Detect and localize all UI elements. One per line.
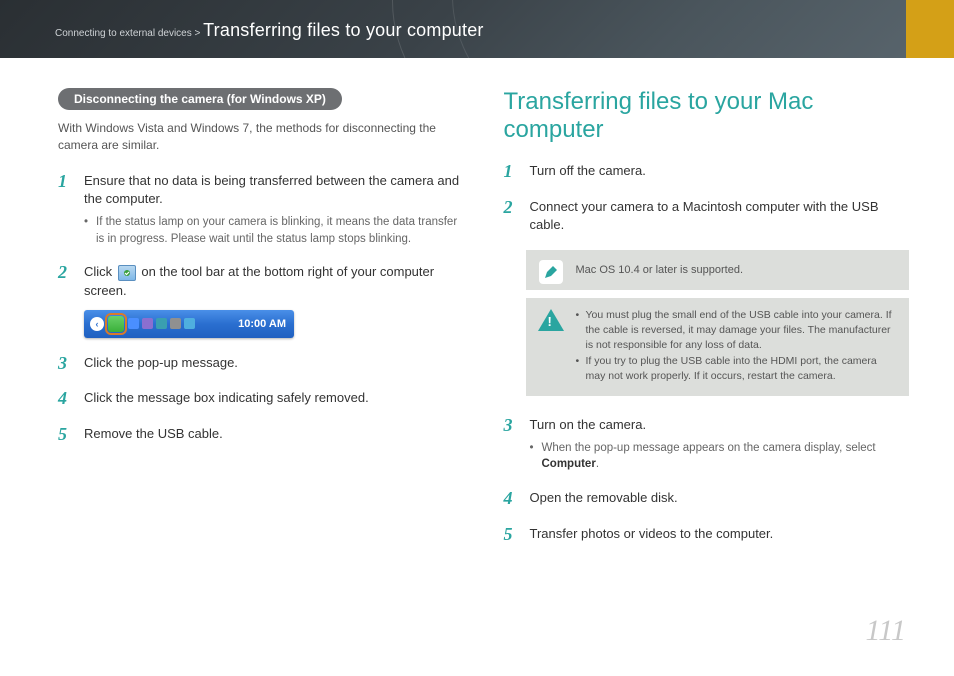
step-3: 3 Click the pop-up message. — [58, 354, 464, 374]
step-number: 2 — [58, 263, 72, 337]
note-icon — [536, 260, 566, 284]
step-text: Click on the tool bar at the bottom righ… — [84, 263, 464, 299]
mac-step-2: 2 Connect your camera to a Macintosh com… — [504, 198, 910, 234]
tray-icon — [142, 318, 153, 329]
note-box-info: Mac OS 10.4 or later is supported. — [526, 250, 910, 290]
page-number: 111 — [865, 614, 906, 648]
warning-list: You must plug the small end of the USB c… — [576, 308, 898, 385]
safely-remove-hardware-icon — [118, 265, 136, 281]
step-number: 4 — [504, 489, 518, 509]
note-text: Mac OS 10.4 or later is supported. — [576, 264, 744, 276]
sub-text-before: When the pop-up message appears on the c… — [542, 442, 876, 454]
windows-taskbar-example: ‹ 10:00 AM — [84, 310, 294, 338]
mac-step-3: 3 Turn on the camera. When the pop-up me… — [504, 416, 910, 474]
alert-triangle-icon — [538, 309, 564, 331]
tray-icon — [184, 318, 195, 329]
mac-step-5: 5 Transfer photos or videos to the compu… — [504, 525, 910, 545]
step-text: Remove the USB cable. — [84, 425, 464, 443]
safely-remove-tray-icon — [108, 316, 124, 332]
step-sub-bullet: If the status lamp on your camera is bli… — [84, 214, 464, 247]
breadcrumb-page-title: Transferring files to your computer — [203, 20, 483, 40]
tray-icon — [170, 318, 181, 329]
step-2: 2 Click on the tool bar at the bottom ri… — [58, 263, 464, 337]
step-number: 1 — [504, 162, 518, 182]
step-number: 5 — [58, 425, 72, 445]
step-1: 1 Ensure that no data is being transferr… — [58, 172, 464, 248]
step-number: 5 — [504, 525, 518, 545]
step-4: 4 Click the message box indicating safel… — [58, 389, 464, 409]
step-number: 3 — [504, 416, 518, 474]
step-text: Open the removable disk. — [530, 489, 910, 507]
mac-step-1: 1 Turn off the camera. — [504, 162, 910, 182]
left-column: Disconnecting the camera (for Windows XP… — [58, 88, 464, 561]
step-text: Turn on the camera. — [530, 416, 910, 434]
breadcrumb-section: Connecting to external devices > — [55, 28, 203, 39]
mac-step-4: 4 Open the removable disk. — [504, 489, 910, 509]
tray-icons — [128, 318, 195, 329]
pen-icon — [539, 260, 563, 284]
right-column: Transferring files to your Mac computer … — [504, 88, 910, 561]
step-text: Connect your camera to a Macintosh compu… — [530, 198, 910, 234]
step-text-before: Click — [84, 264, 116, 279]
content-area: Disconnecting the camera (for Windows XP… — [0, 58, 954, 561]
step-text: Turn off the camera. — [530, 162, 910, 180]
step-text-after: on the tool bar at the bottom right of y… — [84, 264, 434, 297]
warning-item: You must plug the small end of the USB c… — [576, 308, 898, 352]
tray-icon — [128, 318, 139, 329]
step-number: 1 — [58, 172, 72, 248]
taskbar-clock: 10:00 AM — [238, 318, 288, 330]
step-number: 3 — [58, 354, 72, 374]
sub-text-bold: Computer — [542, 458, 596, 470]
tray-icon — [156, 318, 167, 329]
subheading-pill: Disconnecting the camera (for Windows XP… — [58, 88, 342, 110]
section-title: Transferring files to your Mac computer — [504, 88, 910, 144]
step-text: Click the pop-up message. — [84, 354, 464, 372]
step-number: 4 — [58, 389, 72, 409]
step-text: Ensure that no data is being transferred… — [84, 172, 464, 208]
intro-text: With Windows Vista and Windows 7, the me… — [58, 120, 464, 154]
warning-icon — [536, 308, 566, 332]
step-5: 5 Remove the USB cable. — [58, 425, 464, 445]
step-sub-bullet: When the pop-up message appears on the c… — [530, 440, 910, 473]
step-number: 2 — [504, 198, 518, 234]
tray-expand-icon: ‹ — [90, 317, 104, 331]
sub-text-after: . — [596, 458, 599, 470]
step-text: Transfer photos or videos to the compute… — [530, 525, 910, 543]
warning-item: If you try to plug the USB cable into th… — [576, 354, 898, 383]
page-header: Connecting to external devices > Transfe… — [0, 0, 954, 58]
step-text: Click the message box indicating safely … — [84, 389, 464, 407]
note-box-warning: You must plug the small end of the USB c… — [526, 298, 910, 395]
